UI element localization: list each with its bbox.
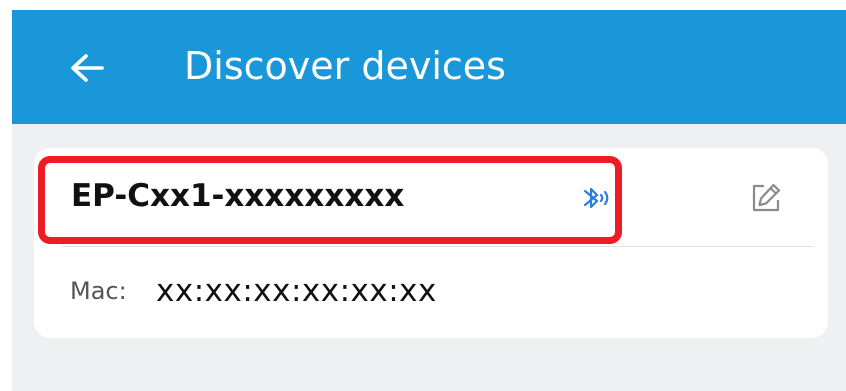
device-name: EP-Cxx1-xxxxxxxxx xyxy=(71,178,405,214)
mac-label: Mac: xyxy=(70,277,127,305)
mac-address: xx:xx:xx:xx:xx:xx xyxy=(156,273,437,309)
edit-name-button[interactable] xyxy=(744,176,788,220)
arrow-left-icon xyxy=(71,54,104,82)
back-button[interactable] xyxy=(62,43,112,93)
device-list: EP-Cxx1-xxxxxxxxx Mac: xx:xx:xx:xx:xx:xx xyxy=(12,124,846,391)
device-name-row[interactable]: EP-Cxx1-xxxxxxxxx xyxy=(34,148,828,246)
page-title: Discover devices xyxy=(184,44,506,88)
bluetooth-audio-icon xyxy=(583,187,609,209)
divider xyxy=(62,246,814,247)
edit-icon xyxy=(752,183,781,212)
device-card[interactable]: EP-Cxx1-xxxxxxxxx Mac: xx:xx:xx:xx:xx:xx xyxy=(34,148,828,338)
discover-devices-screen: Discover devices EP-Cxx1-xxxxxxxxx Mac: … xyxy=(0,0,846,391)
app-bar: Discover devices xyxy=(12,10,846,124)
